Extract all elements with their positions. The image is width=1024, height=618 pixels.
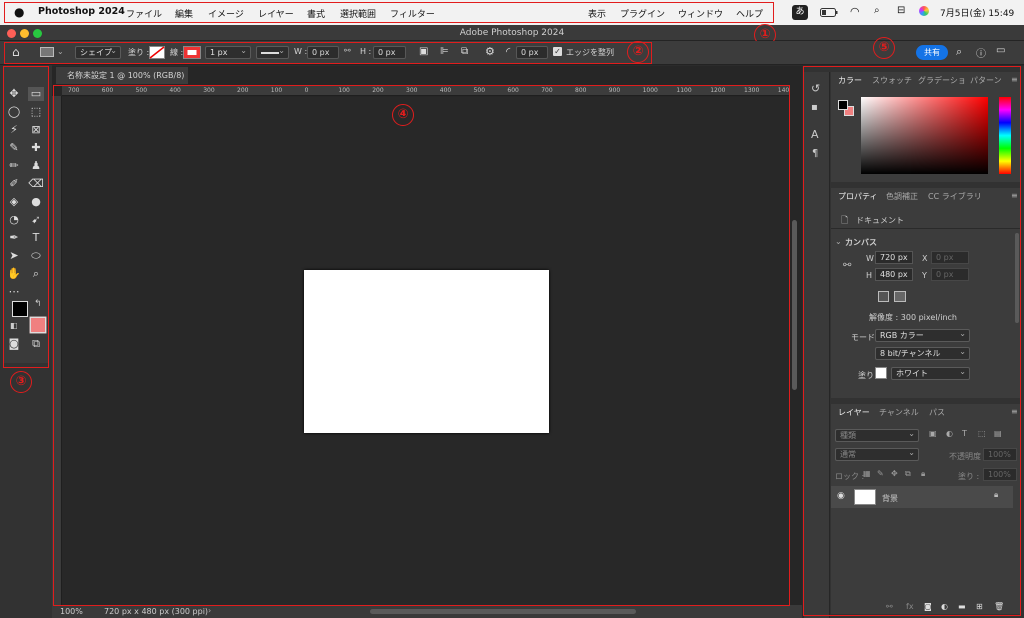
annotation-marker-5: ⑤ bbox=[873, 37, 895, 59]
annotation-box-3 bbox=[3, 66, 49, 368]
zoom-level[interactable]: 100% bbox=[60, 607, 83, 616]
annotation-box-5 bbox=[803, 66, 1021, 616]
search-icon[interactable]: ⌕ bbox=[874, 5, 880, 16]
vertical-scrollbar[interactable] bbox=[792, 220, 797, 390]
window-titlebar: Adobe Photoshop 2024 bbox=[0, 25, 1024, 41]
annotation-box-1 bbox=[4, 2, 774, 23]
document-tab[interactable]: 名称未設定 1 @ 100% (RGB/8) bbox=[56, 67, 188, 84]
workspace-icon[interactable]: ▭ bbox=[996, 45, 1005, 56]
document-info[interactable]: 720 px x 480 px (300 ppi) bbox=[104, 607, 208, 616]
annotation-marker-2: ② bbox=[627, 41, 649, 63]
battery-icon[interactable] bbox=[820, 8, 838, 18]
search-icon[interactable]: ⌕ bbox=[956, 45, 962, 59]
annotation-box-4 bbox=[53, 85, 790, 606]
wifi-icon[interactable]: ◠ bbox=[850, 5, 860, 18]
input-mode-indicator[interactable]: あ bbox=[792, 5, 808, 20]
status-bar: 100% 720 px x 480 px (300 ppi) › bbox=[52, 605, 802, 618]
chevron-right-icon[interactable]: › bbox=[208, 606, 211, 615]
share-button[interactable]: 共有 bbox=[916, 45, 948, 60]
window-title: Adobe Photoshop 2024 bbox=[459, 28, 565, 38]
annotation-marker-3: ③ bbox=[10, 371, 32, 393]
help-icon[interactable]: ⓘ bbox=[976, 45, 986, 60]
clock[interactable]: 7月5日(金) 15:49 bbox=[940, 6, 1014, 19]
control-center-icon[interactable]: ⊟ bbox=[897, 5, 905, 16]
siri-icon[interactable] bbox=[919, 6, 929, 16]
annotation-marker-4: ④ bbox=[392, 104, 414, 126]
horizontal-scrollbar[interactable] bbox=[370, 609, 636, 614]
annotation-box-2 bbox=[4, 42, 652, 64]
